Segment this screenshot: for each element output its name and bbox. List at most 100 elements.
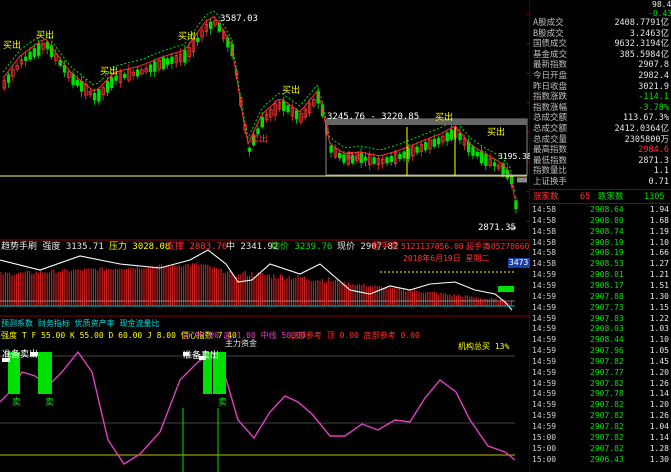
tick-time: 14:59: [532, 378, 557, 388]
tick-vol: 1.15: [649, 302, 669, 312]
quote-value: 2408.7791亿: [614, 18, 669, 28]
panel2-marker: [498, 286, 514, 292]
signal-bar: [218, 352, 226, 394]
tick-vol: 1.19: [649, 226, 669, 236]
tick-row[interactable]: 14:59 2907.88 1.30: [530, 292, 671, 303]
tick-row[interactable]: 14:58 2908.53 1.27: [530, 259, 671, 270]
tick-row[interactable]: 14:58 2908.19 1.10: [530, 238, 671, 249]
candle: [135, 69, 140, 77]
tick-price: 2907.82: [590, 411, 624, 421]
tick-row[interactable]: 14:59 2907.82 1.26: [530, 411, 671, 422]
tick-time: 14:59: [532, 422, 557, 431]
quote-label: A股成交: [533, 18, 564, 28]
candle: [514, 200, 518, 210]
candle: [471, 146, 475, 156]
candle: [445, 132, 449, 142]
quote-row: 总成交额 113.67.3%: [530, 113, 671, 124]
quote-label: 基金成交: [533, 49, 568, 60]
tick-row[interactable]: 15:00 2907.82 1.28: [530, 444, 671, 455]
candle: [329, 145, 333, 153]
buy-signal-label: 买出: [487, 128, 506, 138]
tick-row[interactable]: 14:59 2907.77 1.20: [530, 368, 671, 379]
chart-canvas[interactable]: 3500340033003200310030002900345034003350…: [0, 0, 530, 472]
sell-star: 卖: [12, 398, 22, 408]
candle: [492, 162, 497, 167]
tick-vol: 1.26: [649, 411, 669, 421]
tick-time: 15:00: [532, 454, 557, 464]
tick-row[interactable]: 14:58 2908.19 1.66: [530, 248, 671, 259]
tick-vol: 1.30: [649, 454, 669, 464]
moving-average-line: [2, 10, 516, 193]
tick-row[interactable]: 14:59 2907.82 1.20: [530, 400, 671, 411]
tick-row[interactable]: 15:00 2906.43 1.30: [530, 455, 671, 466]
candle: [449, 129, 454, 140]
high-price-label: 3587.03: [220, 14, 258, 24]
tick-price: 2907.83: [590, 313, 624, 323]
tick-vol: 1.51: [649, 280, 669, 290]
quote-row: 最新指数 2907.8: [530, 60, 671, 71]
quote-label: 上证换手: [533, 177, 568, 187]
candle: [337, 152, 342, 159]
tick-vol: 1.20: [649, 367, 669, 377]
tick-vol: 1.20: [649, 400, 669, 410]
quote-sidebar: 98.48 -0.43% A股成交2408.7791亿B股成交3.2463亿国债…: [530, 0, 671, 472]
quote-row: 指数涨跌 -114.1: [530, 92, 671, 103]
tick-vol: 1.21: [649, 270, 669, 280]
tick-time: 14:59: [532, 324, 557, 334]
quote-label: 总成交额: [533, 113, 568, 124]
candle: [389, 155, 393, 163]
candle: [432, 138, 436, 147]
tick-price: 2907.82: [590, 432, 624, 442]
candle: [123, 73, 127, 79]
tick-vol: 1.05: [649, 346, 669, 356]
tick-row[interactable]: 14:59 2907.96 1.05: [530, 346, 671, 357]
tick-price: 2908.74: [590, 226, 624, 236]
tick-row[interactable]: 14:58 2908.74 1.19: [530, 227, 671, 238]
tick-row[interactable]: 14:59 2908.17 1.51: [530, 281, 671, 292]
candle: [196, 37, 200, 43]
quote-value: 3021.9: [638, 81, 669, 92]
tick-price: 2907.77: [590, 367, 624, 377]
tick-vol: 1.66: [649, 248, 669, 258]
tick-row[interactable]: 14:59 2907.82 1.04: [530, 422, 671, 433]
candle: [385, 157, 389, 164]
signal-bar: [38, 352, 52, 394]
quote-value: 3.2463亿: [629, 28, 669, 39]
tick-time: 14:58: [532, 215, 557, 225]
tick-price: 2908.17: [590, 280, 624, 290]
tick-price: 2908.80: [590, 215, 624, 225]
sell-signal-label: 卖出: [250, 135, 269, 145]
candle: [458, 132, 462, 141]
candle: [58, 59, 62, 66]
candle: [475, 151, 479, 157]
tick-row[interactable]: 14:59 2907.73 1.15: [530, 303, 671, 314]
candle: [75, 79, 80, 86]
indicator-bar-line1: 预测系数 财务指标 优质资产率 现金流量比: [1, 319, 160, 328]
tick-row[interactable]: 14:59 2908.44 1.10: [530, 335, 671, 346]
candle: [97, 89, 101, 102]
avg-value: 均价 3239.76: [271, 242, 333, 252]
tick-time: 14:59: [532, 346, 557, 356]
tick-time: 14:58: [532, 237, 557, 247]
panel3-label-left: 准备卖出: [2, 350, 39, 360]
tick-row[interactable]: 14:59 2907.82 1.26: [530, 379, 671, 390]
quote-row: 上证换手 0.71: [530, 177, 671, 188]
tick-row[interactable]: 14:59 2908.03 1.03: [530, 324, 671, 335]
tick-row[interactable]: 15:00 2907.82 1.14: [530, 433, 671, 444]
buy-signal-label: 买出: [178, 32, 197, 42]
quote-value: 9632.3194亿: [614, 39, 669, 50]
tick-row[interactable]: 14:59 2907.78 1.14: [530, 389, 671, 400]
tick-row[interactable]: 14:58 2908.64 1.94: [530, 205, 671, 216]
tick-time: 14:59: [532, 313, 557, 323]
quote-label: 最高指数: [533, 145, 568, 156]
tick-row[interactable]: 14:58 2908.80 1.68: [530, 216, 671, 227]
tick-time: 14:59: [532, 367, 557, 377]
tick-row[interactable]: 14:59 2908.81 1.21: [530, 270, 671, 281]
tick-row[interactable]: 14:59 2907.83 1.22: [530, 314, 671, 325]
support-value: 支撑 2883.76: [166, 242, 228, 252]
candle: [260, 116, 264, 128]
chart-area[interactable]: 3500340033003200310030002900345034003350…: [0, 0, 558, 472]
candle: [37, 43, 41, 56]
tick-row[interactable]: 14:59 2907.82 1.45: [530, 357, 671, 368]
quote-value: 2412.0364亿: [614, 124, 669, 134]
